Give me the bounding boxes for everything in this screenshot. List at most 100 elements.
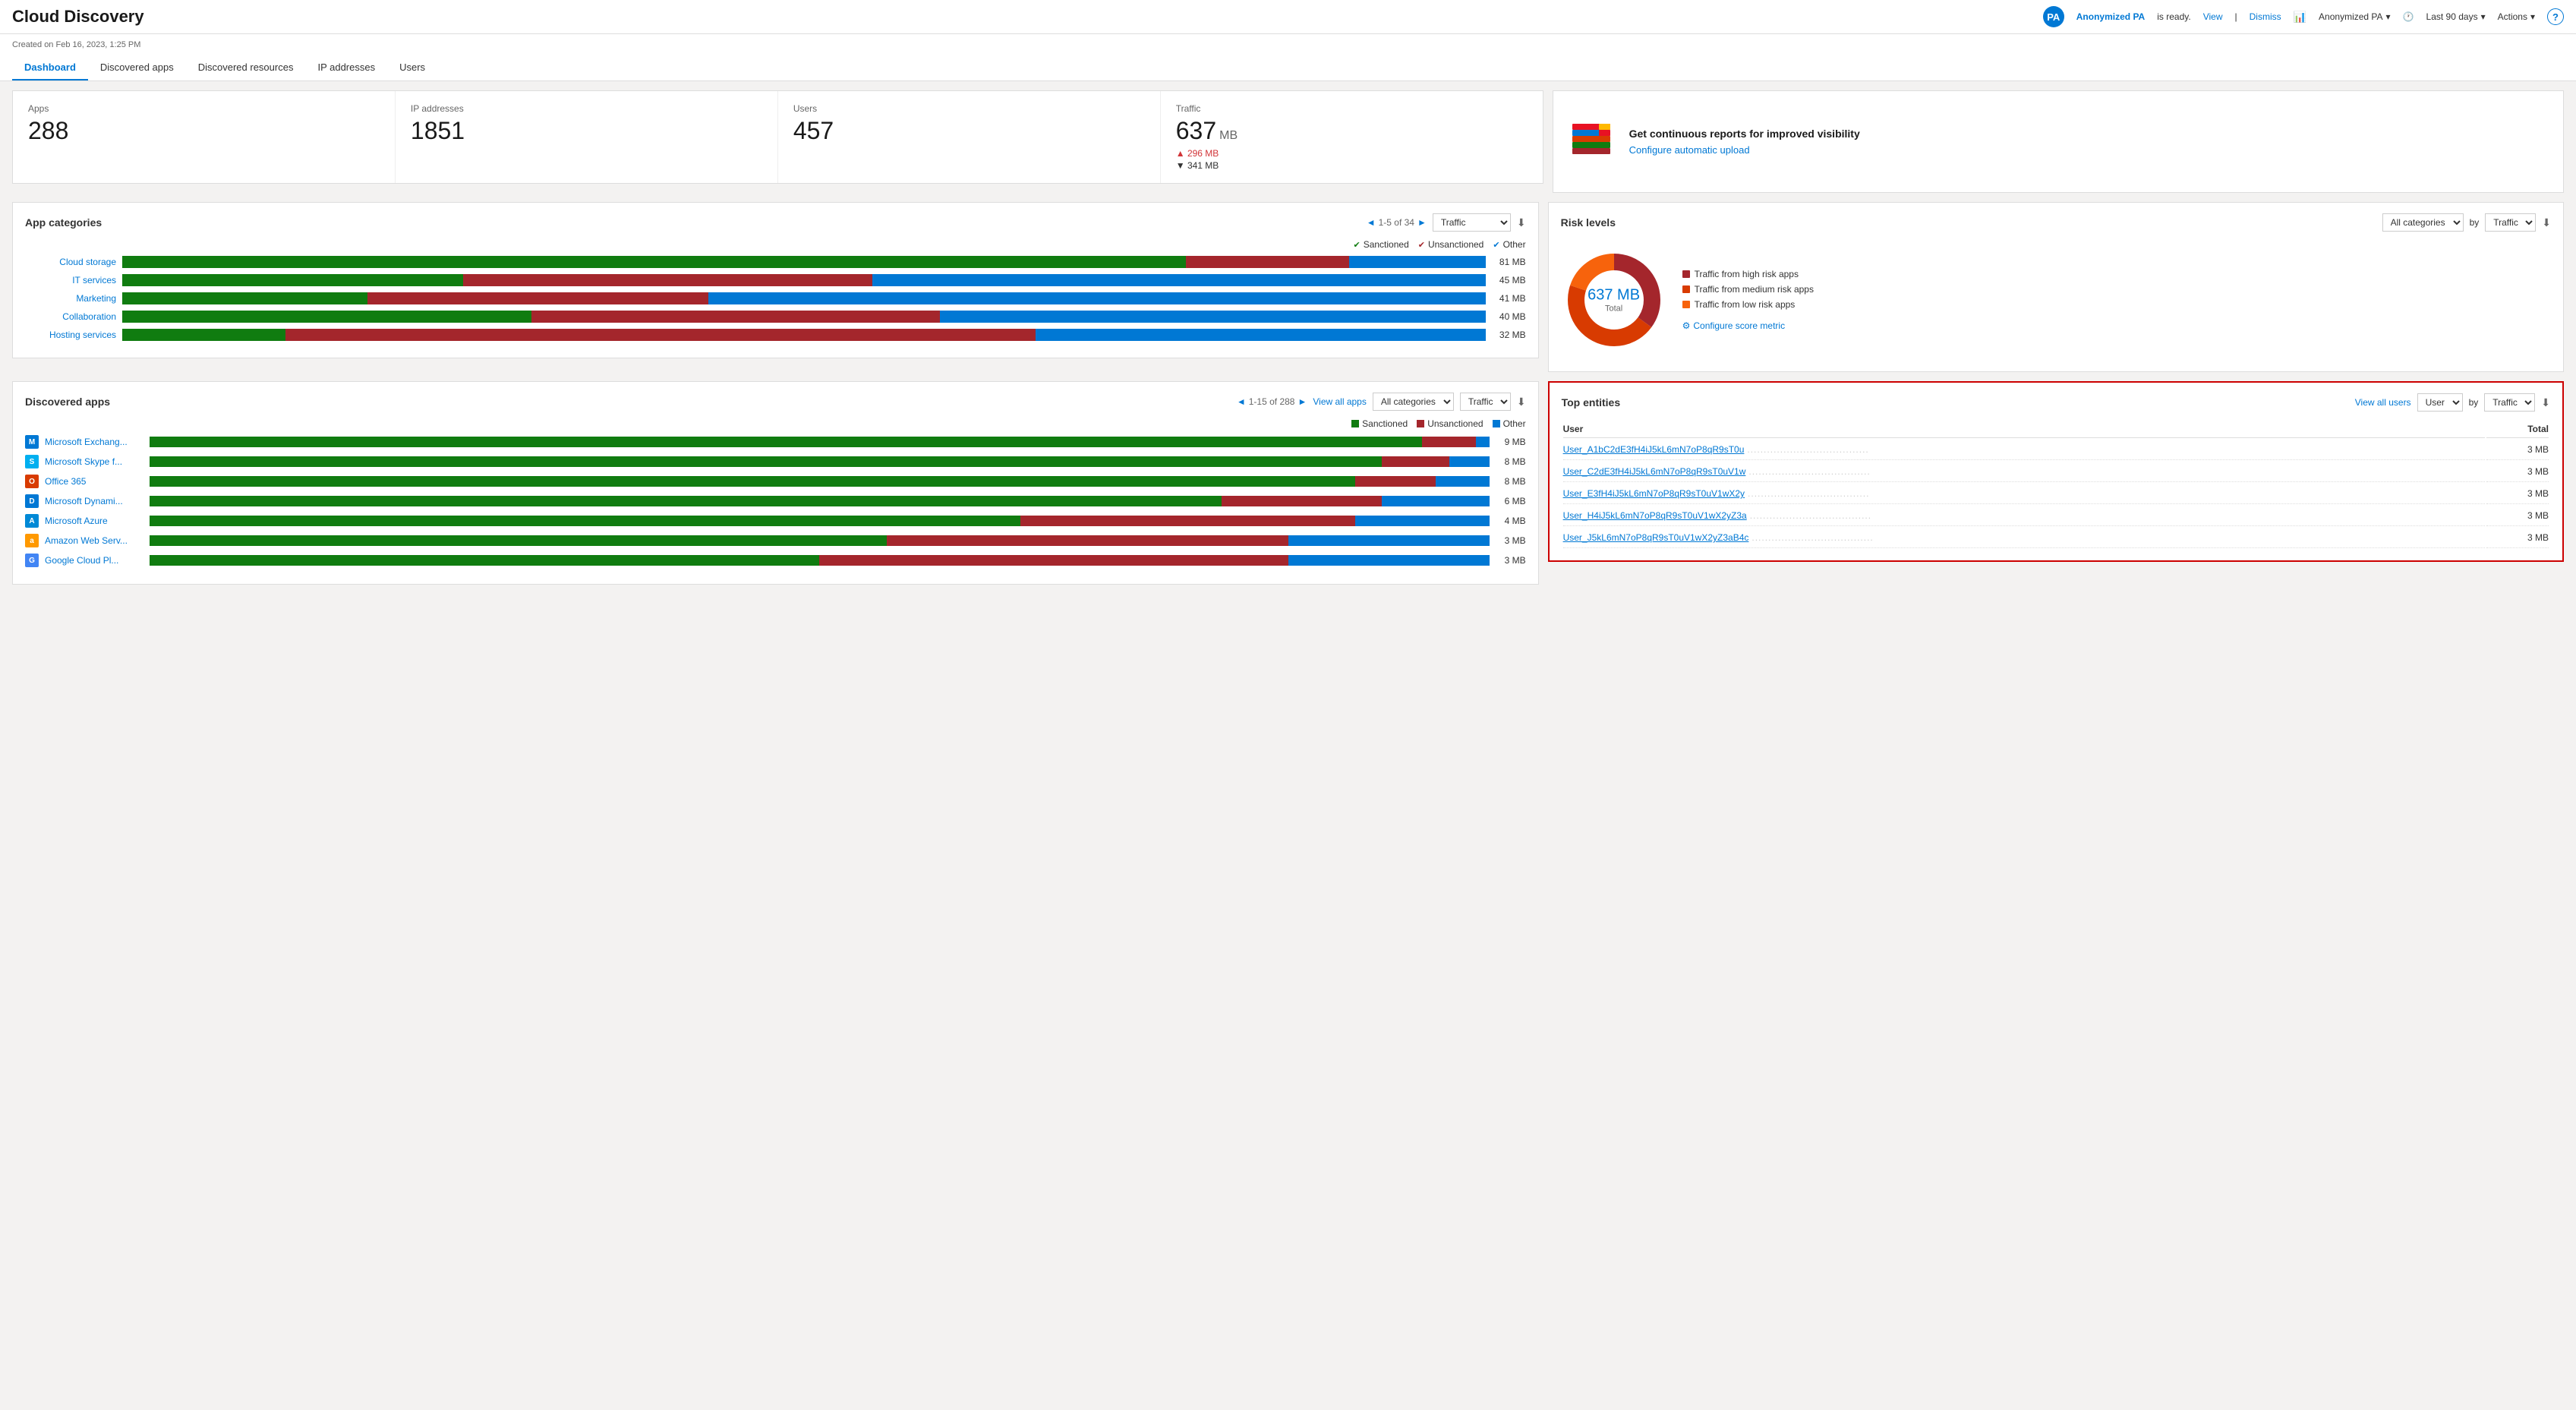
entity-user-link[interactable]: User_E3fH4iJ5kL6mN7oP8qR9sT0uV1wX2y bbox=[1563, 488, 1745, 499]
app-name[interactable]: Office 365 bbox=[45, 476, 143, 487]
promo-title: Get continuous reports for improved visi… bbox=[1629, 128, 1860, 140]
promo-icon bbox=[1569, 119, 1614, 165]
app-bar-other bbox=[1355, 516, 1489, 526]
app-name[interactable]: Amazon Web Serv... bbox=[45, 535, 143, 546]
app-name[interactable]: Microsoft Azure bbox=[45, 516, 143, 526]
app-bar-other bbox=[1288, 535, 1490, 546]
actions-dropdown[interactable]: Actions ▾ bbox=[2498, 11, 2535, 22]
cat-bar-row: Hosting services 32 MB bbox=[25, 329, 1526, 341]
discovered-apps-controls: ◄ 1-15 of 288 ► View all apps All catego… bbox=[1237, 393, 1526, 411]
entity-traffic-dropdown[interactable]: Traffic bbox=[2484, 393, 2535, 412]
app-bar-other bbox=[1436, 476, 1490, 487]
risk-low: Traffic from low risk apps bbox=[1682, 299, 1814, 310]
sub-bar: Created on Feb 16, 2023, 1:25 PM Dashboa… bbox=[0, 34, 2576, 81]
app-icon: M bbox=[25, 435, 39, 449]
cat-bar-label[interactable]: Marketing bbox=[25, 293, 116, 304]
cat-bar-sanctioned bbox=[122, 292, 367, 304]
summary-card-users: Users 457 bbox=[778, 91, 1161, 183]
summary-card-ip: IP addresses 1851 bbox=[396, 91, 778, 183]
dismiss-link[interactable]: Dismiss bbox=[2250, 11, 2281, 22]
entity-user-link[interactable]: User_C2dE3fH4iJ5kL6mN7oP8qR9sT0uV1w bbox=[1563, 466, 1746, 477]
view-link[interactable]: View bbox=[2203, 11, 2223, 22]
risk-category-dropdown[interactable]: All categories bbox=[2382, 213, 2464, 232]
ip-value: 1851 bbox=[411, 117, 762, 145]
ip-label: IP addresses bbox=[411, 103, 762, 114]
cat-bar-label[interactable]: IT services bbox=[25, 275, 116, 285]
app-bar-row: M Microsoft Exchang... 9 MB bbox=[25, 435, 1526, 449]
help-button[interactable]: ? bbox=[2547, 8, 2564, 25]
cat-bar-container bbox=[122, 274, 1486, 286]
chevron-down-icon: ▾ bbox=[2530, 11, 2535, 22]
apps-traffic-dropdown[interactable]: Traffic bbox=[1460, 393, 1511, 411]
configure-score-link[interactable]: ⚙ Configure score metric bbox=[1682, 320, 1814, 331]
cat-bar-label[interactable]: Cloud storage bbox=[25, 257, 116, 267]
app-name[interactable]: Microsoft Exchang... bbox=[45, 437, 143, 447]
entity-user-link[interactable]: User_H4iJ5kL6mN7oP8qR9sT0uV1wX2yZ3a bbox=[1563, 510, 1747, 521]
view-all-apps-link[interactable]: View all apps bbox=[1313, 396, 1367, 407]
next-page-btn[interactable]: ► bbox=[1417, 217, 1427, 228]
app-bar-container bbox=[150, 496, 1490, 506]
app-bar-unsanctioned bbox=[819, 555, 1288, 566]
app-categories-title: App categories bbox=[25, 216, 102, 229]
app-name[interactable]: Microsoft Skype f... bbox=[45, 456, 143, 467]
prev-apps-btn[interactable]: ◄ bbox=[1237, 396, 1246, 407]
cat-bar-label[interactable]: Hosting services bbox=[25, 330, 116, 340]
cat-bar-unsanctioned bbox=[463, 274, 872, 286]
top-entities-header: Top entities View all users User by Traf… bbox=[1562, 393, 2550, 412]
view-all-users-link[interactable]: View all users bbox=[2355, 397, 2411, 408]
app-icon: O bbox=[25, 475, 39, 488]
apps-category-dropdown[interactable]: All categories bbox=[1373, 393, 1454, 411]
entity-row: User_A1bC2dE3fH4iJ5kL6mN7oP8qR9sT0u ....… bbox=[1563, 440, 2549, 460]
app-bar-value: 4 MB bbox=[1496, 516, 1526, 526]
app-bar-container bbox=[150, 476, 1490, 487]
configure-upload-link[interactable]: Configure automatic upload bbox=[1629, 144, 1750, 156]
promo-text: Get continuous reports for improved visi… bbox=[1629, 128, 1860, 156]
app-categories-dropdown[interactable]: Traffic Users Transactions bbox=[1433, 213, 1511, 232]
cat-bar-label[interactable]: Collaboration bbox=[25, 311, 116, 322]
tab-discovered-resources[interactable]: Discovered resources bbox=[186, 55, 306, 80]
entity-row: User_H4iJ5kL6mN7oP8qR9sT0uV1wX2yZ3a ....… bbox=[1563, 506, 2549, 526]
download-risk-levels[interactable]: ⬇ bbox=[2542, 216, 2551, 229]
cat-bar-container bbox=[122, 256, 1486, 268]
report-dropdown[interactable]: Anonymized PA ▾ bbox=[2319, 11, 2391, 22]
risk-medium: Traffic from medium risk apps bbox=[1682, 284, 1814, 295]
prev-page-btn[interactable]: ◄ bbox=[1367, 217, 1376, 228]
cat-bar-value: 32 MB bbox=[1492, 330, 1526, 340]
entities-table: User Total User_A1bC2dE3fH4iJ5kL6mN7oP8q… bbox=[1562, 419, 2550, 550]
app-bar-sanctioned bbox=[150, 555, 819, 566]
app-bar-unsanctioned bbox=[1222, 496, 1383, 506]
app-bar-value: 6 MB bbox=[1496, 496, 1526, 506]
cat-bar-value: 81 MB bbox=[1492, 257, 1526, 267]
entity-total-cell: 3 MB bbox=[2486, 506, 2549, 526]
download-entities[interactable]: ⬇ bbox=[2541, 396, 2550, 409]
time-range-dropdown[interactable]: Last 90 days ▾ bbox=[2426, 11, 2486, 22]
next-apps-btn[interactable]: ► bbox=[1297, 396, 1307, 407]
entity-type-dropdown[interactable]: User bbox=[2417, 393, 2463, 412]
tab-dashboard[interactable]: Dashboard bbox=[12, 55, 88, 80]
traffic-down: ▼ 341 MB bbox=[1176, 160, 1528, 171]
download-app-categories[interactable]: ⬇ bbox=[1517, 216, 1526, 229]
col-user: User bbox=[1563, 421, 2485, 438]
app-name[interactable]: Google Cloud Pl... bbox=[45, 555, 143, 566]
cat-bar-container bbox=[122, 329, 1486, 341]
tab-ip-addresses[interactable]: IP addresses bbox=[305, 55, 387, 80]
entity-dots: ..................................... bbox=[1747, 444, 2481, 455]
cat-bar-value: 41 MB bbox=[1492, 293, 1526, 304]
tab-users[interactable]: Users bbox=[387, 55, 437, 80]
entity-user-link[interactable]: User_A1bC2dE3fH4iJ5kL6mN7oP8qR9sT0u bbox=[1563, 444, 1745, 455]
app-name[interactable]: Microsoft Dynami... bbox=[45, 496, 143, 506]
bottom-row: Discovered apps ◄ 1-15 of 288 ► View all… bbox=[12, 381, 2564, 585]
download-apps[interactable]: ⬇ bbox=[1517, 396, 1526, 408]
app-bar-unsanctioned bbox=[1382, 456, 1449, 467]
app-bar-unsanctioned bbox=[1355, 476, 1436, 487]
medium-risk-dot bbox=[1682, 285, 1690, 293]
entity-user-link[interactable]: User_J5kL6mN7oP8qR9sT0uV1wX2yZ3aB4c bbox=[1563, 532, 1749, 543]
entity-row: User_C2dE3fH4iJ5kL6mN7oP8qR9sT0uV1w ....… bbox=[1563, 462, 2549, 482]
cat-bar-row: Cloud storage 81 MB bbox=[25, 256, 1526, 268]
app-icon: A bbox=[25, 514, 39, 528]
tab-discovered-apps[interactable]: Discovered apps bbox=[88, 55, 186, 80]
traffic-unit: MB bbox=[1219, 129, 1238, 143]
app-icon: D bbox=[25, 494, 39, 508]
app-bar-container bbox=[150, 456, 1490, 467]
risk-traffic-dropdown[interactable]: Traffic bbox=[2485, 213, 2536, 232]
